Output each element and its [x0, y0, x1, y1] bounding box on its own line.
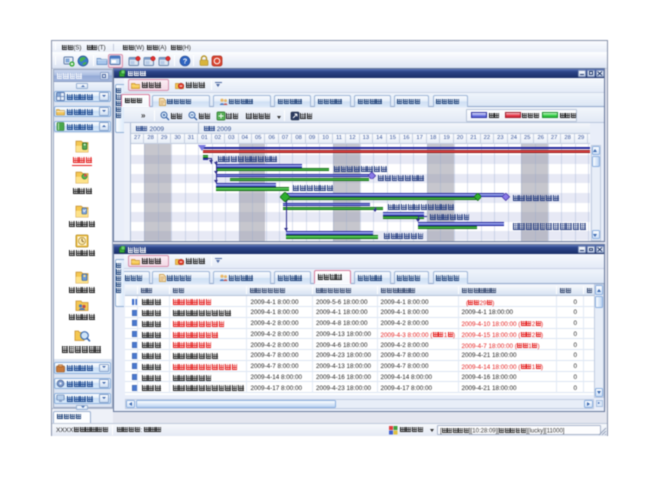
- svg-text:?: ?: [182, 56, 187, 65]
